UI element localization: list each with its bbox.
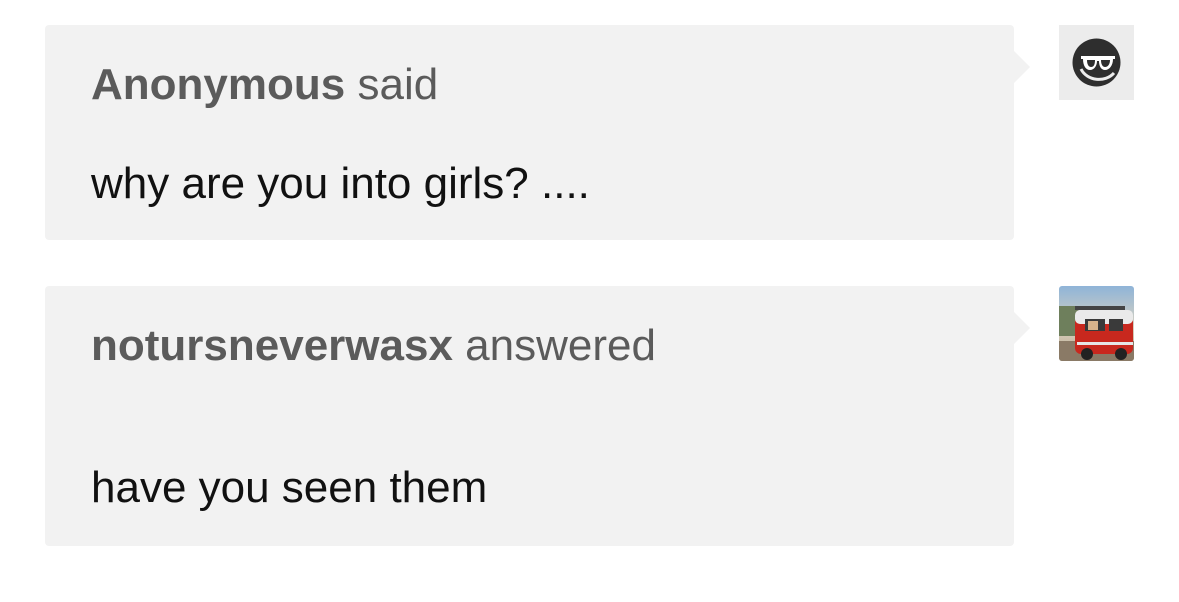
ask-verb: said bbox=[357, 60, 439, 109]
ask-author[interactable]: Anonymous bbox=[91, 60, 345, 109]
anonymous-avatar[interactable] bbox=[1059, 25, 1134, 100]
ask-text: why are you into girls? .... bbox=[91, 159, 590, 208]
answer-bubble: notursneverwasx answered have you seen t… bbox=[45, 286, 1030, 546]
answer-author[interactable]: notursneverwasx bbox=[91, 321, 453, 370]
ask-bubble: Anonymous said why are you into girls? .… bbox=[45, 25, 1030, 240]
user-avatar[interactable] bbox=[1059, 286, 1134, 361]
red-van-photo bbox=[1059, 286, 1134, 361]
answer-header: notursneverwasx answered bbox=[91, 324, 656, 368]
anonymous-sunglasses-icon bbox=[1072, 38, 1121, 87]
answer-text: have you seen them bbox=[91, 463, 488, 512]
ask-header: Anonymous said bbox=[91, 63, 438, 107]
answer-verb: answered bbox=[465, 321, 656, 370]
